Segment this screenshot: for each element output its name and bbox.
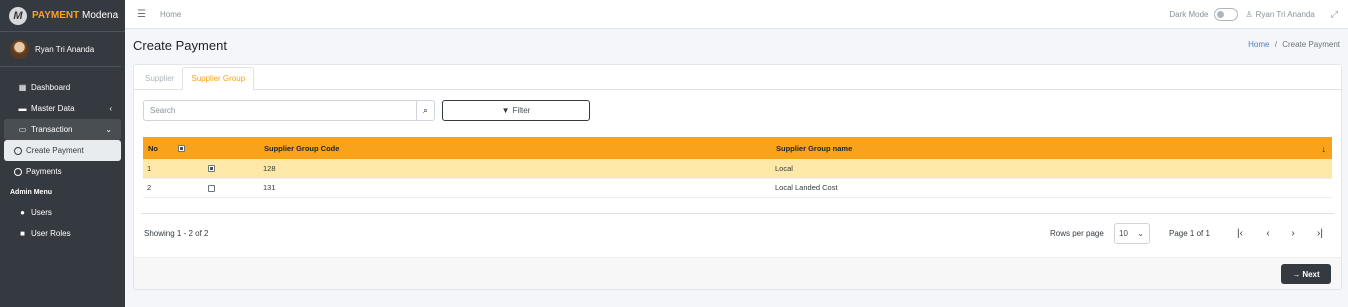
topbar-user-name[interactable]: Ryan Tri Ananda <box>1256 10 1315 19</box>
header-no[interactable]: No <box>143 137 173 159</box>
sidebar-item-label: Master Data <box>31 104 75 113</box>
filter-label: Filter <box>512 106 531 115</box>
table-divider <box>141 213 1334 214</box>
header-select-all[interactable] <box>173 137 259 159</box>
rows-per-page-select[interactable]: 10 ⌄ <box>1114 223 1150 244</box>
filter-button[interactable]: ▼ Filter <box>442 100 590 121</box>
tab-supplier-group[interactable]: Supplier Group <box>182 67 255 90</box>
brand-name-accent: PAYMENT <box>32 10 80 21</box>
cell-name: Local Landed Cost <box>775 183 838 192</box>
showing-count: Showing 1 - 2 of 2 <box>144 229 209 238</box>
sidebar-item-label: User Roles <box>31 229 71 238</box>
tabs: Supplier Supplier Group <box>134 65 1341 90</box>
sidebar-item-master-data[interactable]: ▬ Master Data ‹ <box>4 98 121 119</box>
rows-per-page-value: 10 <box>1119 229 1128 238</box>
search-icon[interactable]: ⌕ <box>416 101 434 120</box>
tab-supplier[interactable]: Supplier <box>137 67 182 89</box>
sidebar: M PAYMENT Modena Ryan Tri Ananda ▦ Dashb… <box>0 0 125 307</box>
sidebar-item-label: Create Payment <box>26 146 84 155</box>
breadcrumb-home[interactable]: Home <box>1248 40 1269 49</box>
page-title: Create Payment <box>133 38 227 53</box>
rows-per-page-label: Rows per page <box>1050 229 1104 238</box>
database-icon: ▬ <box>18 104 27 113</box>
sidebar-item-dashboard[interactable]: ▦ Dashboard <box>4 77 121 98</box>
brand[interactable]: M PAYMENT Modena <box>0 0 125 32</box>
cell-no: 1 <box>147 163 152 173</box>
avatar <box>10 39 29 59</box>
sidebar-item-payments[interactable]: Payments <box>4 161 121 182</box>
sidebar-item-user-roles[interactable]: ■ User Roles <box>4 223 121 244</box>
next-page-icon[interactable]: › <box>1286 226 1300 240</box>
breadcrumb-current: Create Payment <box>1282 40 1340 49</box>
header-name[interactable]: Supplier Group name ↓ <box>771 137 1332 159</box>
cell-checkbox[interactable] <box>173 159 259 178</box>
lock-icon: ■ <box>20 229 25 238</box>
topbar-right: Dark Mode ♙ Ryan Tri Ananda ⤢ <box>1169 0 1338 29</box>
sidebar-nav: ▦ Dashboard ▬ Master Data ‹ ▭ Transactio… <box>0 77 125 244</box>
table-row[interactable]: 1 128 Local <box>143 159 1332 178</box>
sort-down-icon[interactable]: ↓ <box>1322 144 1327 154</box>
breadcrumb: Home / Create Payment <box>1248 40 1340 49</box>
fullscreen-icon[interactable]: ⤢ <box>1331 9 1338 20</box>
circle-icon <box>14 167 22 176</box>
dark-mode-toggle[interactable] <box>1214 8 1239 21</box>
topbar-home-link[interactable]: Home <box>160 10 181 19</box>
select-all-checkbox[interactable] <box>178 145 185 153</box>
credit-card-icon: ▭ <box>18 125 27 134</box>
sidebar-item-create-payment[interactable]: Create Payment <box>4 140 121 161</box>
sidebar-item-transaction[interactable]: ▭ Transaction ⌄ <box>4 119 121 140</box>
grid-icon: ▦ <box>18 83 27 92</box>
next-label: Next <box>1302 269 1320 279</box>
cell-code: 131 <box>263 183 276 192</box>
last-page-icon[interactable]: ›| <box>1313 226 1327 240</box>
next-button[interactable]: → Next <box>1281 264 1331 284</box>
hamburger-menu-icon[interactable]: ☰ <box>137 9 146 20</box>
search-input[interactable] <box>144 101 416 120</box>
user-panel[interactable]: Ryan Tri Ananda <box>0 32 121 67</box>
chevron-down-icon: ⌄ <box>105 125 112 134</box>
cell-checkbox[interactable] <box>173 178 259 197</box>
sidebar-user-name: Ryan Tri Ananda <box>35 44 95 54</box>
sidebar-item-label: Transaction <box>31 125 73 134</box>
supplier-group-table: No Supplier Group Code Supplier Group na… <box>143 137 1332 198</box>
sidebar-admin-header: Admin Menu <box>10 188 52 196</box>
sidebar-item-label: Users <box>31 208 52 217</box>
users-icon: ● <box>20 208 25 217</box>
card-footer: → Next <box>134 257 1341 289</box>
cell-code: 128 <box>263 163 276 173</box>
chevron-left-icon: ‹ <box>109 104 112 113</box>
sidebar-item-label: Dashboard <box>31 83 71 92</box>
circle-icon <box>14 146 22 155</box>
user-icon: ♙ <box>1245 10 1253 19</box>
brand-logo: M <box>9 6 27 25</box>
table-header-row: No Supplier Group Code Supplier Group na… <box>143 137 1332 159</box>
payment-card: Supplier Supplier Group ⌕ ▼ Filter No Su… <box>133 64 1342 290</box>
brand-name: PAYMENT Modena <box>32 10 118 21</box>
breadcrumb-separator: / <box>1274 40 1277 49</box>
topbar: ☰ Home Dark Mode ♙ Ryan Tri Ananda ⤢ <box>125 0 1348 29</box>
cell-no: 2 <box>147 183 152 192</box>
header-name-label: Supplier Group name <box>776 143 853 153</box>
page-info: Page 1 of 1 <box>1169 229 1210 238</box>
sidebar-item-users[interactable]: ● Users <box>4 202 121 223</box>
arrow-right-icon: → <box>1292 269 1301 279</box>
dark-mode-label: Dark Mode <box>1169 10 1209 19</box>
filter-icon: ▼ <box>501 106 510 115</box>
search-box: ⌕ <box>143 100 435 121</box>
table-row[interactable]: 2 131 Local Landed Cost <box>143 178 1332 197</box>
chevron-down-icon: ⌄ <box>1137 229 1144 238</box>
cell-name: Local <box>775 163 793 173</box>
row-checkbox[interactable] <box>208 165 215 173</box>
previous-page-icon[interactable]: ‹ <box>1261 226 1275 240</box>
brand-name-rest: Modena <box>82 10 119 21</box>
row-checkbox[interactable] <box>208 184 215 192</box>
sidebar-item-label: Payments <box>26 167 62 176</box>
first-page-icon[interactable]: |‹ <box>1233 226 1247 240</box>
header-code[interactable]: Supplier Group Code <box>259 137 771 159</box>
